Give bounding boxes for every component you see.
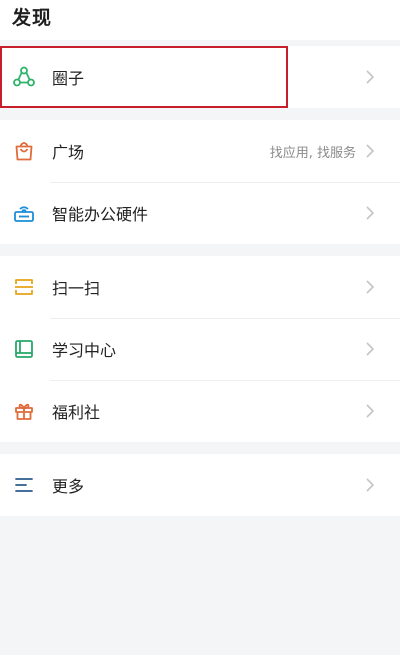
section-gap xyxy=(0,108,400,120)
menu-item-label: 广场 xyxy=(52,143,85,162)
menu-item-office-hardware[interactable]: 智能办公硬件 xyxy=(0,182,400,244)
chevron-right-icon xyxy=(364,478,376,492)
chevron-right-icon xyxy=(364,404,376,418)
menu-item-scan[interactable]: 扫一扫 xyxy=(0,256,400,318)
chevron-right-icon xyxy=(364,206,376,220)
section-gap xyxy=(0,244,400,256)
group-tools: 扫一扫 学习中心 福利社 xyxy=(0,256,400,442)
chevron-right-icon xyxy=(364,70,376,84)
menu-item-more[interactable]: 更多 xyxy=(0,454,400,516)
chevron-right-icon xyxy=(364,342,376,356)
chevron-right-icon xyxy=(364,144,376,158)
scan-icon xyxy=(12,275,36,299)
menu-item-label: 扫一扫 xyxy=(52,279,101,298)
menu-item-plaza[interactable]: 广场 找应用, 找服务 xyxy=(0,120,400,182)
menu-item-label: 学习中心 xyxy=(52,341,117,360)
router-device-icon xyxy=(12,201,36,225)
group-plaza: 广场 找应用, 找服务 智能办公硬件 xyxy=(0,120,400,244)
menu-item-label: 圈子 xyxy=(52,69,85,88)
menu-item-subtitle: 找应用, 找服务 xyxy=(269,145,356,161)
group-circle: 圈子 xyxy=(0,46,400,108)
menu-lines-icon xyxy=(12,473,36,497)
menu-item-label: 福利社 xyxy=(52,403,101,422)
menu-item-learning-center[interactable]: 学习中心 xyxy=(0,318,400,380)
page-header: 发现 xyxy=(0,0,400,40)
menu-item-circle[interactable]: 圈子 xyxy=(0,46,400,108)
group-more: 更多 xyxy=(0,454,400,516)
shopping-bag-icon xyxy=(12,139,36,163)
menu-item-label: 智能办公硬件 xyxy=(52,205,149,224)
menu-item-welfare[interactable]: 福利社 xyxy=(0,380,400,442)
section-gap xyxy=(0,442,400,454)
gift-icon xyxy=(12,399,36,423)
chevron-right-icon xyxy=(364,280,376,294)
menu-item-label: 更多 xyxy=(52,477,85,496)
page-title: 发现 xyxy=(12,7,53,29)
circle-group-icon xyxy=(12,65,36,89)
book-icon xyxy=(12,337,36,361)
